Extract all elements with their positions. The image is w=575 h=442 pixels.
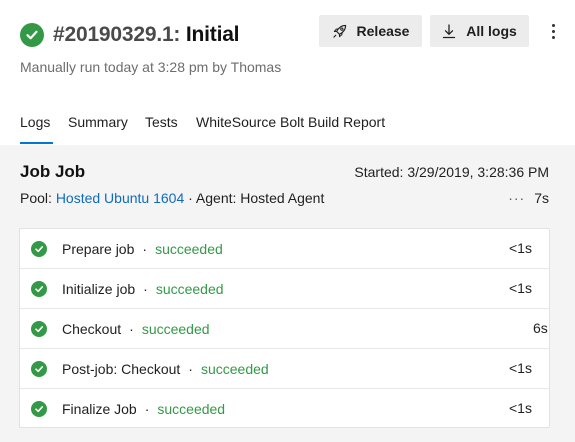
- pool-link[interactable]: Hosted Ubuntu 1604: [56, 190, 184, 206]
- step-name: Prepare job: [62, 241, 135, 257]
- step-label: Checkout · succeeded: [62, 321, 210, 337]
- tab-tests[interactable]: Tests: [145, 114, 178, 130]
- more-horizontal-icon[interactable]: ···: [508, 190, 525, 206]
- active-tab-indicator: [20, 142, 53, 144]
- separator: ·: [143, 281, 148, 297]
- more-actions-icon[interactable]: [544, 18, 562, 44]
- check-circle-icon: [31, 241, 47, 257]
- step-duration: <1s: [509, 280, 532, 296]
- job-duration: 7s: [534, 190, 549, 206]
- step-status: succeeded: [155, 281, 224, 297]
- step-row-initialize-job[interactable]: Initialize job · succeeded <1s: [20, 269, 549, 309]
- step-duration: <1s: [509, 240, 532, 256]
- step-status: succeeded: [141, 321, 210, 337]
- separator: ·: [129, 321, 134, 337]
- run-number: #20190329.1:: [53, 23, 181, 46]
- steps-list: Prepare job · succeeded <1s Initialize job…: [19, 228, 550, 428]
- job-pool-info: Pool: Hosted Ubuntu 1604 · Agent: Hosted…: [20, 190, 324, 206]
- run-title-row: #20190329.1: Initial: [20, 22, 240, 48]
- tab-bar: Logs Summary Tests WhiteSource Bolt Buil…: [0, 112, 575, 145]
- check-circle-icon: [31, 401, 47, 417]
- step-label: Initialize job · succeeded: [62, 281, 224, 297]
- agent-info: · Agent: Hosted Agent: [184, 190, 325, 206]
- success-check-icon: [20, 23, 44, 47]
- step-status: succeeded: [200, 361, 269, 377]
- separator: ·: [144, 401, 150, 417]
- all-logs-button[interactable]: All logs: [430, 15, 529, 47]
- separator: ·: [142, 241, 148, 257]
- step-name: Checkout: [62, 321, 122, 337]
- rocket-icon: [332, 24, 346, 38]
- step-label: Prepare job · succeeded: [62, 241, 223, 257]
- step-row-post-job-checkout[interactable]: Post-job: Checkout · succeeded <1s: [20, 349, 549, 389]
- page-title: #20190329.1: Initial: [53, 22, 240, 48]
- check-circle-icon: [31, 321, 47, 337]
- step-label: Post-job: Checkout · succeeded: [62, 361, 269, 377]
- step-name: Finalize Job: [62, 401, 137, 417]
- step-name: Post-job: Checkout: [62, 361, 181, 377]
- pool-label: Pool:: [20, 190, 52, 206]
- run-subtitle: Manually run today at 3:28 pm by Thomas: [20, 59, 282, 75]
- step-status: succeeded: [155, 241, 223, 257]
- check-circle-icon: [31, 361, 47, 377]
- job-duration-row: ··· 7s: [508, 190, 549, 206]
- tab-logs[interactable]: Logs: [20, 114, 50, 130]
- tab-whitesource-bolt-build-report[interactable]: WhiteSource Bolt Build Report: [196, 114, 385, 130]
- job-started-time: Started: 3/29/2019, 3:28:36 PM: [354, 164, 549, 180]
- all-logs-button-label: All logs: [466, 23, 517, 39]
- tab-summary[interactable]: Summary: [68, 114, 128, 130]
- separator: ·: [188, 361, 193, 377]
- run-name: Initial: [185, 23, 240, 46]
- step-row-checkout[interactable]: Checkout · succeeded 6s: [20, 309, 549, 349]
- download-icon: [443, 23, 456, 38]
- step-row-finalize-job[interactable]: Finalize Job · succeeded <1s: [20, 389, 549, 429]
- step-duration: <1s: [509, 400, 532, 416]
- step-label: Finalize Job · succeeded: [62, 401, 225, 417]
- page-header: #20190329.1: Initial Manually run today …: [0, 0, 575, 145]
- step-duration: 6s: [533, 320, 548, 336]
- step-duration: <1s: [509, 360, 532, 376]
- step-name: Initialize job: [62, 281, 136, 297]
- release-button-label: Release: [356, 23, 410, 39]
- step-row-prepare-job[interactable]: Prepare job · succeeded <1s: [20, 229, 549, 269]
- job-panel: Job Job Started: 3/29/2019, 3:28:36 PM P…: [0, 145, 575, 442]
- check-circle-icon: [31, 281, 47, 297]
- job-title: Job Job: [20, 162, 86, 181]
- step-status: succeeded: [157, 401, 226, 417]
- release-button[interactable]: Release: [319, 15, 422, 47]
